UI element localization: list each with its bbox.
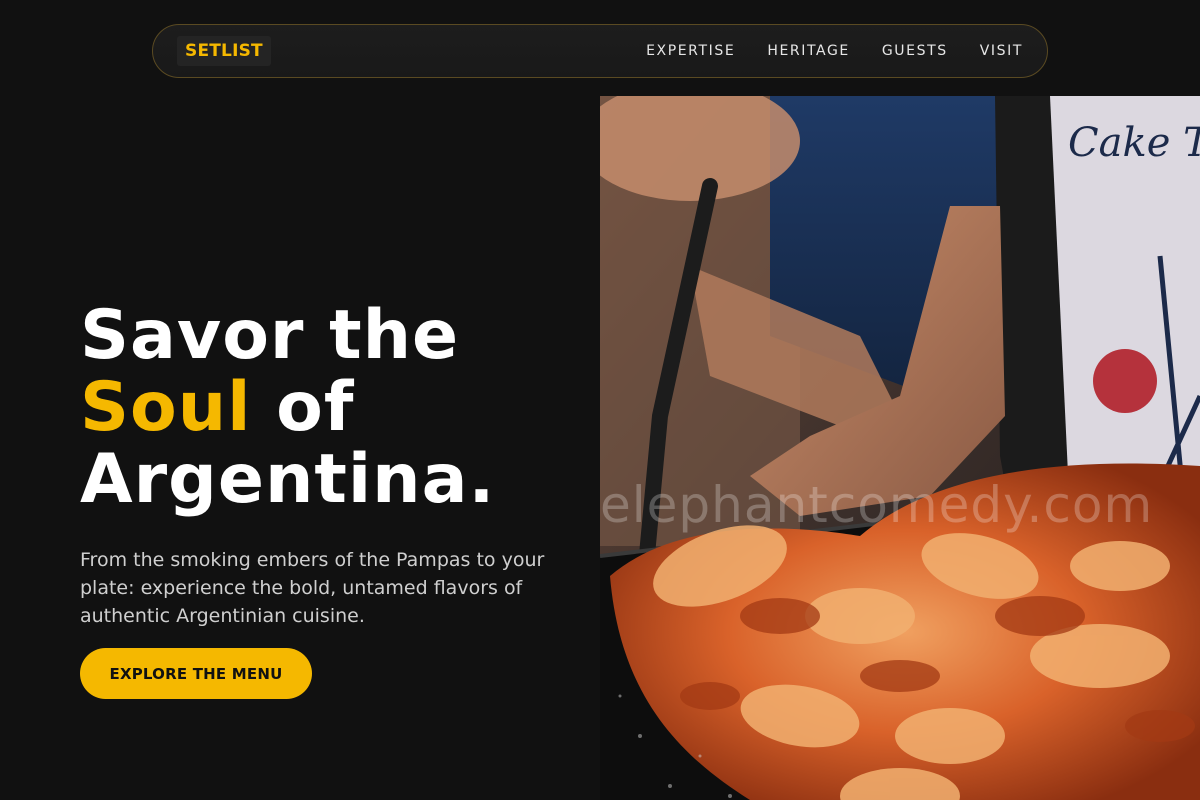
nav-link-visit[interactable]: VISIT bbox=[980, 43, 1023, 59]
nav-link-heritage[interactable]: HERITAGE bbox=[767, 43, 850, 59]
food-photo-illustration: Cake Tour Paris bbox=[600, 96, 1200, 800]
nav-link-expertise[interactable]: EXPERTISE bbox=[646, 43, 735, 59]
hero-photo: Cake Tour Paris bbox=[600, 96, 1200, 800]
apron-text: Cake Tour Paris bbox=[1068, 120, 1200, 166]
hero-title-line3: Argentina. bbox=[80, 440, 496, 519]
hero-title-line2: of bbox=[251, 368, 355, 447]
hero-title-accent: Soul bbox=[80, 368, 252, 447]
hero-title: Savor the Soul of Argentina. bbox=[80, 300, 600, 516]
explore-menu-button[interactable]: EXPLORE THE MENU bbox=[80, 648, 312, 699]
hero-title-line1: Savor the bbox=[80, 296, 460, 375]
page: SETLIST EXPERTISE HERITAGE GUESTS VISIT … bbox=[0, 0, 1200, 800]
nav-link-guests[interactable]: GUESTS bbox=[882, 43, 948, 59]
top-nav: SETLIST EXPERTISE HERITAGE GUESTS VISIT bbox=[152, 24, 1048, 78]
nav-links: EXPERTISE HERITAGE GUESTS VISIT bbox=[646, 43, 1023, 59]
logo[interactable]: SETLIST bbox=[177, 36, 271, 66]
hero-description: From the smoking embers of the Pampas to… bbox=[80, 549, 545, 627]
photo-watermark: elephantcomedy.com bbox=[600, 476, 1154, 534]
